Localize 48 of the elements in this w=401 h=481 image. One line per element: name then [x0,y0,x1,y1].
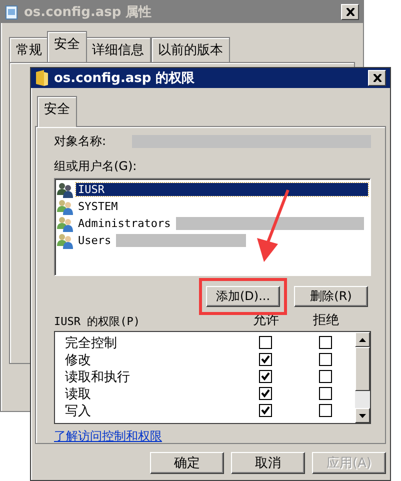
close-icon [372,74,382,82]
checkbox[interactable] [258,370,272,383]
tab[interactable]: 详细信息 [85,37,151,62]
remove-button[interactable]: 删除(R) [294,286,368,307]
checkbox[interactable] [318,336,332,349]
users-icon [57,198,73,214]
users-icon [57,232,73,248]
dialog-button[interactable]: 取消 [231,452,305,474]
document-icon [5,4,19,20]
checkbox[interactable] [258,404,272,417]
close-button[interactable] [368,70,386,86]
permission-name: 写入 [65,402,92,420]
tab[interactable]: 安全 [37,96,77,127]
close-button[interactable] [341,4,359,20]
tab[interactable]: 以前的版本 [151,37,230,62]
checkbox[interactable] [258,353,272,366]
checkbox[interactable] [318,353,332,366]
tab[interactable]: 常规 [9,37,49,62]
permission-name: 读取和执行 [65,368,131,386]
list-item[interactable]: Users [76,234,114,247]
checkbox[interactable] [318,404,332,417]
add-button[interactable]: 添加(D)... [206,286,280,307]
checkbox[interactable] [318,370,332,383]
close-icon [346,8,354,16]
list-item[interactable]: SYSTEM [76,200,120,213]
checkbox[interactable] [258,336,272,349]
checkbox[interactable] [318,387,332,400]
list-item[interactable]: IUSR [76,183,368,196]
column-header: 拒绝 [312,312,340,329]
permissions-label: IUSR 的权限(P) [54,314,141,329]
up-arrow-icon[interactable] [359,338,366,342]
folder-icon [35,70,49,86]
down-arrow-icon[interactable] [359,414,366,418]
window-title: os.config.asp 属性 [24,4,153,21]
group-label: 组或用户名(G): [54,158,138,175]
users-icon [57,182,73,198]
permission-name: 修改 [65,352,92,368]
list-item[interactable]: Administrators [76,217,173,230]
object-name-label: 对象名称: [54,133,108,150]
checkbox[interactable] [258,387,272,400]
dialog-button[interactable]: 确定 [150,452,224,474]
help-link[interactable]: 了解访问控制和权限 [54,428,162,445]
permission-name: 完全控制 [65,334,118,352]
permission-name: 读取 [65,386,92,402]
tab[interactable]: 安全 [47,31,87,62]
window-title: os.config.asp 的权限 [54,70,196,87]
scrollbar[interactable] [355,332,370,423]
users-icon [57,216,73,232]
